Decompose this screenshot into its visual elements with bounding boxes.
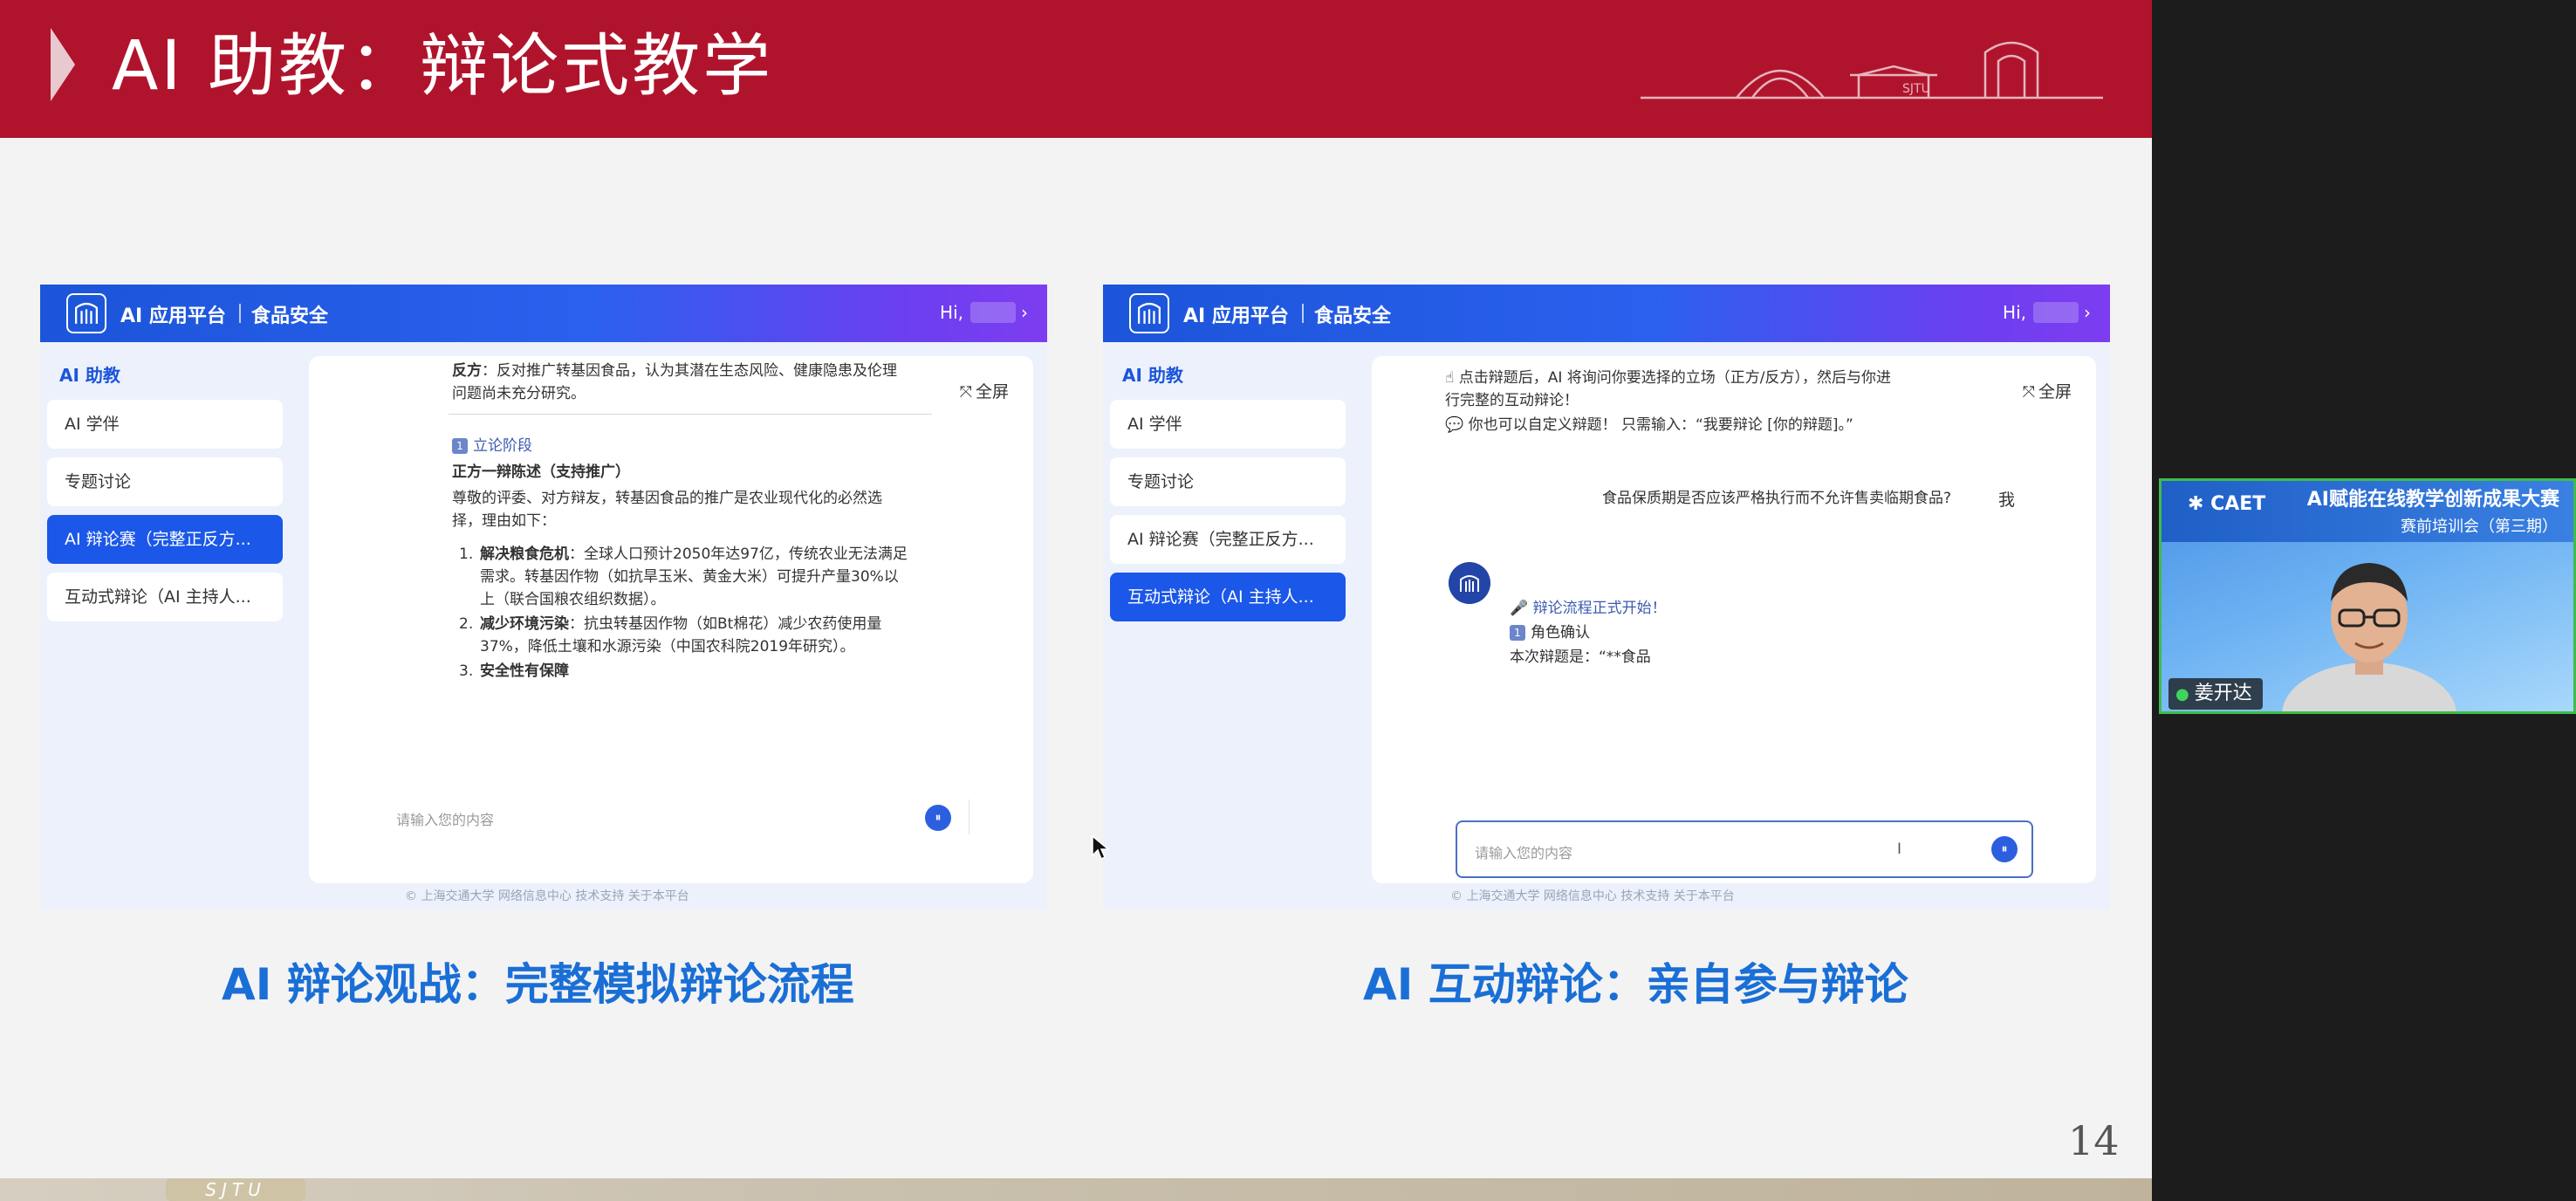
sidebar-item-interactive-debate[interactable]: 互动式辩论（AI 主持人... — [47, 573, 283, 621]
sidebar-item-interactive-debate[interactable]: 互动式辩论（AI 主持人... — [1110, 573, 1346, 621]
platform-topbar: AI 应用平台 食品安全 Hi, › — [40, 285, 1047, 342]
course-name: 食品安全 — [251, 305, 329, 327]
point-number: 2. — [459, 615, 474, 633]
point-line: 37%，降低土壤和水源污染（中国农科院2019年研究）。 — [480, 638, 855, 655]
point-line: 减少环境污染：抗虫转基因作物（如Bt棉花）减少农药使用量 — [480, 615, 882, 633]
point-number: 1. — [459, 546, 474, 563]
speaker-label: 正方一辩陈述（支持推广） — [452, 463, 630, 481]
fullscreen-button[interactable]: ⤧ 全屏 — [2023, 379, 2072, 402]
topic-line: 本次辩题是：“**食品 — [1510, 649, 1651, 666]
university-gate-logo-icon[interactable] — [1129, 293, 1169, 333]
participant-video-tile[interactable]: ✱ CAET AI赋能在线教学创新成果大赛 赛前培训会（第三期） ● 姜开达 — [2159, 478, 2576, 714]
university-gate-logo-icon[interactable] — [66, 293, 106, 333]
sidebar-title: AI 助教 — [1122, 365, 1183, 386]
con-position-line-2: 问题尚未充分研究。 — [452, 385, 586, 402]
custom-topic-hint: 💬 你也可以自定义辩题！ 只需输入：“我要辩论 [你的辩题]。” — [1445, 416, 1853, 434]
caption-left: AI 辩论观战：完整模拟辩论流程 — [222, 959, 854, 1010]
microphone-icon: 🎤 — [1510, 600, 1533, 617]
con-position-line: 反方：反对推广转基因食品，认为其潜在生态风险、健康隐患及伦理 — [452, 362, 897, 380]
footer-note[interactable]: © 上海交通大学 网络信息中心 技术支持 关于本平台 — [1450, 887, 1735, 904]
step-number-badge: 1 — [1510, 625, 1525, 641]
sjtu-skyline-logo-icon: SJTU — [1641, 41, 2103, 100]
topbar-divider — [239, 304, 241, 323]
point-line: 需求。转基因作物（如抗旱玉米、黄金大米）可提升产量30%以 — [480, 568, 899, 586]
user-greeting: Hi, — [2003, 302, 2026, 323]
microphone-icon: ● — [2175, 685, 2189, 703]
sidebar-item-ai-debate[interactable]: AI 辩论赛（完整正反方... — [1110, 515, 1346, 564]
chat-content-card: ⤧ 全屏 反方：反对推广转基因食品，认为其潜在生态风险、健康隐患及伦理 问题尚未充… — [309, 356, 1033, 883]
user-message: 食品保质期是否应该严格执行而不允许售卖临期食品? — [1602, 490, 1952, 507]
chevron-right-icon[interactable]: › — [2084, 302, 2091, 323]
platform-name[interactable]: AI 应用平台 — [120, 300, 226, 328]
svg-text:SJTU: SJTU — [1902, 82, 1930, 96]
participant-silhouette-icon — [2282, 563, 2456, 711]
slide-header: AI 助教：辩论式教学 SJTU — [0, 0, 2152, 138]
expand-icon: ⤧ — [959, 383, 972, 401]
speech-bubble-icon: 💬 — [1445, 416, 1469, 434]
screen: AI 助教：辩论式教学 SJTU AI 应用平台 食品安全 Hi, › AI 助… — [0, 0, 2576, 1201]
caet-logo: ✱ CAET — [2188, 493, 2266, 515]
contest-title: AI赋能在线教学创新成果大赛 — [2306, 489, 2559, 511]
topbar-divider — [1302, 304, 1304, 323]
sidebar-item-ai-companion[interactable]: AI 学伴 — [1110, 400, 1346, 449]
point-number: 3. — [459, 662, 474, 680]
point-line: 上（联合国粮农组织数据）。 — [480, 591, 666, 608]
sidebar: AI 助教 AI 学伴 专题讨论 AI 辩论赛（完整正反方... 互动式辩论（A… — [40, 342, 302, 909]
page-number: 14 — [2068, 1117, 2120, 1164]
debate-watch-screenshot: AI 应用平台 食品安全 Hi, › AI 助教 AI 学伴 专题讨论 AI 辩… — [40, 285, 1047, 909]
send-button[interactable]: ⏸ — [925, 805, 951, 831]
sidebar-title: AI 助教 — [59, 365, 120, 386]
chat-input[interactable]: 请输入您的内容 ⏸ — [379, 789, 969, 847]
chevron-right-icon — [51, 28, 75, 101]
platform-topbar: AI 应用平台 食品安全 Hi, › — [1103, 285, 2110, 342]
stage-heading: 1 立论阶段 — [452, 435, 532, 457]
sidebar-item-ai-companion[interactable]: AI 学伴 — [47, 400, 283, 449]
sidebar-item-topic-discussion[interactable]: 专题讨论 — [1110, 457, 1346, 506]
fullscreen-label: 全屏 — [975, 382, 1009, 401]
user-name-redacted — [2033, 302, 2079, 323]
point-line: 安全性有保障 — [480, 662, 569, 680]
step-number-badge: 1 — [452, 438, 468, 454]
text-cursor-icon: I — [1897, 841, 1902, 858]
role-confirm-line: 1 角色确认 — [1510, 621, 1590, 644]
intro-line-2: 行完整的互动辩论！ — [1445, 392, 1579, 409]
chat-content-card: ⤧ 全屏 ☝ 点击辩题后，AI 将询问你要选择的立场（正方/反方），然后与你进 行… — [1372, 356, 2096, 883]
sidebar-item-topic-discussion[interactable]: 专题讨论 — [47, 457, 283, 506]
slide-title: AI 助教：辩论式教学 — [112, 27, 774, 106]
input-placeholder: 请输入您的内容 — [396, 812, 495, 828]
participant-name-tag: ● 姜开达 — [2168, 678, 2263, 710]
slide-bottom-strip — [0, 1178, 2152, 1201]
caption-right: AI 互动辩论：亲自参与辩论 — [1363, 959, 1908, 1010]
course-name: 食品安全 — [1314, 305, 1392, 327]
fullscreen-button[interactable]: ⤧ 全屏 — [960, 379, 1009, 402]
debate-start-line: 🎤 辩论流程正式开始！ — [1510, 600, 1667, 617]
platform-name[interactable]: AI 应用平台 — [1183, 300, 1289, 328]
user-greeting: Hi, — [940, 302, 963, 323]
caet-logo-icon: ✱ — [2188, 493, 2211, 515]
chat-input[interactable]: 请输入您的内容 I ⏸ — [1456, 820, 2033, 878]
presentation-slide: AI 助教：辩论式教学 SJTU AI 应用平台 食品安全 Hi, › AI 助… — [0, 0, 2152, 1180]
ai-bot-avatar-icon — [1449, 562, 1490, 604]
contest-subtitle: 赛前培训会（第三期） — [2401, 518, 2558, 536]
finger-pointer-icon: ☝ — [1445, 369, 1459, 387]
send-button[interactable]: ⏸ — [1991, 836, 2018, 862]
sidebar-item-ai-debate[interactable]: AI 辩论赛（完整正反方... — [47, 515, 283, 564]
divider — [449, 414, 932, 415]
point-line: 解决粮食危机：全球人口预计2050年达97亿，传统农业无法满足 — [480, 546, 908, 563]
sjtu-strip-label: SJTU — [166, 1178, 305, 1201]
sidebar: AI 助教 AI 学伴 专题讨论 AI 辩论赛（完整正反方... 互动式辩论（A… — [1103, 342, 1365, 909]
chevron-right-icon[interactable]: › — [1021, 302, 1028, 323]
user-label: 我 — [1998, 491, 2016, 510]
input-placeholder: 请输入您的内容 — [1475, 845, 1573, 861]
fullscreen-label: 全屏 — [2038, 382, 2072, 401]
mouse-pointer-icon — [1092, 834, 1110, 861]
intro-line-1: ☝ 点击辩题后，AI 将询问你要选择的立场（正方/反方），然后与你进 — [1445, 369, 1892, 387]
expand-icon: ⤧ — [2022, 383, 2035, 401]
intro-line-1: 尊敬的评委、对方辩友，转基因食品的推广是农业现代化的必然选 — [452, 490, 882, 507]
interactive-debate-screenshot: AI 应用平台 食品安全 Hi, › AI 助教 AI 学伴 专题讨论 AI 辩… — [1103, 285, 2110, 909]
user-name-redacted — [970, 302, 1016, 323]
intro-line-2: 择，理由如下： — [452, 512, 556, 530]
footer-note[interactable]: © 上海交通大学 网络信息中心 技术支持 关于本平台 — [405, 887, 689, 904]
